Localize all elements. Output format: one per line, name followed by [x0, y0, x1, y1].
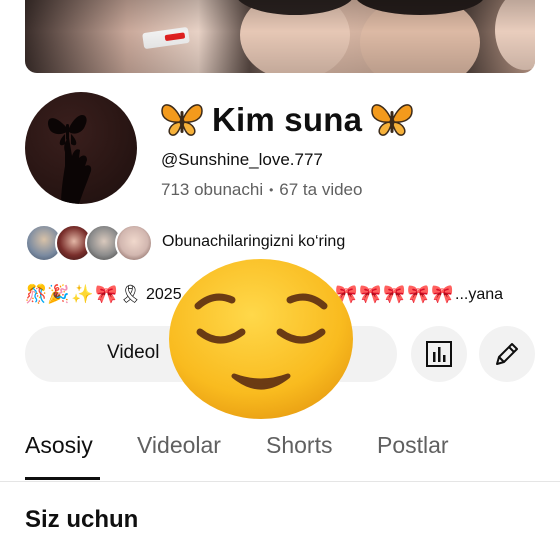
emoji-party: 🎉	[47, 284, 70, 305]
analytics-icon	[426, 341, 452, 367]
emoji-ribbon: 🎀	[431, 284, 454, 305]
manage-videos-label: Videol	[107, 342, 160, 363]
video-count: 67 ta video	[279, 180, 363, 199]
emoji-ribbon: 🎀	[359, 284, 382, 305]
emoji-confetti: 🎊	[25, 284, 48, 305]
channel-tabs: Asosiy Videolar Shorts Postlar	[0, 420, 560, 482]
pencil-icon	[496, 343, 518, 365]
channel-avatar[interactable]	[25, 92, 137, 204]
tab-shorts[interactable]: Shorts	[266, 432, 332, 459]
separator-dot: •	[269, 183, 274, 197]
emoji-ribbon: 🎀	[95, 284, 118, 305]
channel-stats: 713 obunachi • 67 ta video	[161, 180, 362, 200]
butterfly-emoji-icon	[371, 104, 413, 136]
channel-title-row: Kim suna	[160, 98, 414, 142]
emoji-sparkles: ✨	[71, 284, 94, 305]
subscriber-count: 713 obunachi	[161, 180, 264, 199]
subscriber-avatar	[115, 224, 153, 262]
tab-posts[interactable]: Postlar	[377, 432, 449, 459]
edit-channel-button[interactable]	[479, 326, 535, 382]
view-subscribers-link[interactable]: Obunachilaringizni ko‘ring	[162, 233, 345, 251]
active-tab-indicator	[25, 477, 100, 480]
section-title: Siz uchun	[25, 506, 139, 533]
subscriber-avatars[interactable]	[25, 224, 153, 262]
description-more-link[interactable]: ...yana	[455, 286, 503, 304]
channel-banner[interactable]	[25, 0, 535, 73]
relieved-face-emoji-icon	[169, 259, 353, 419]
tab-home[interactable]: Asosiy	[25, 432, 93, 459]
hand-butterfly-icon	[47, 114, 92, 204]
butterfly-emoji-icon	[161, 104, 203, 136]
emoji-ribbon: 🎀	[383, 284, 406, 305]
tab-videos[interactable]: Videolar	[137, 432, 221, 459]
emoji-ribbon: 🎀	[407, 284, 430, 305]
channel-name: Kim suna	[212, 101, 363, 138]
emoji-reminder-ribbon: 🎗	[119, 284, 142, 305]
analytics-button[interactable]	[411, 326, 467, 382]
channel-handle: @Sunshine_love.777	[161, 150, 323, 169]
